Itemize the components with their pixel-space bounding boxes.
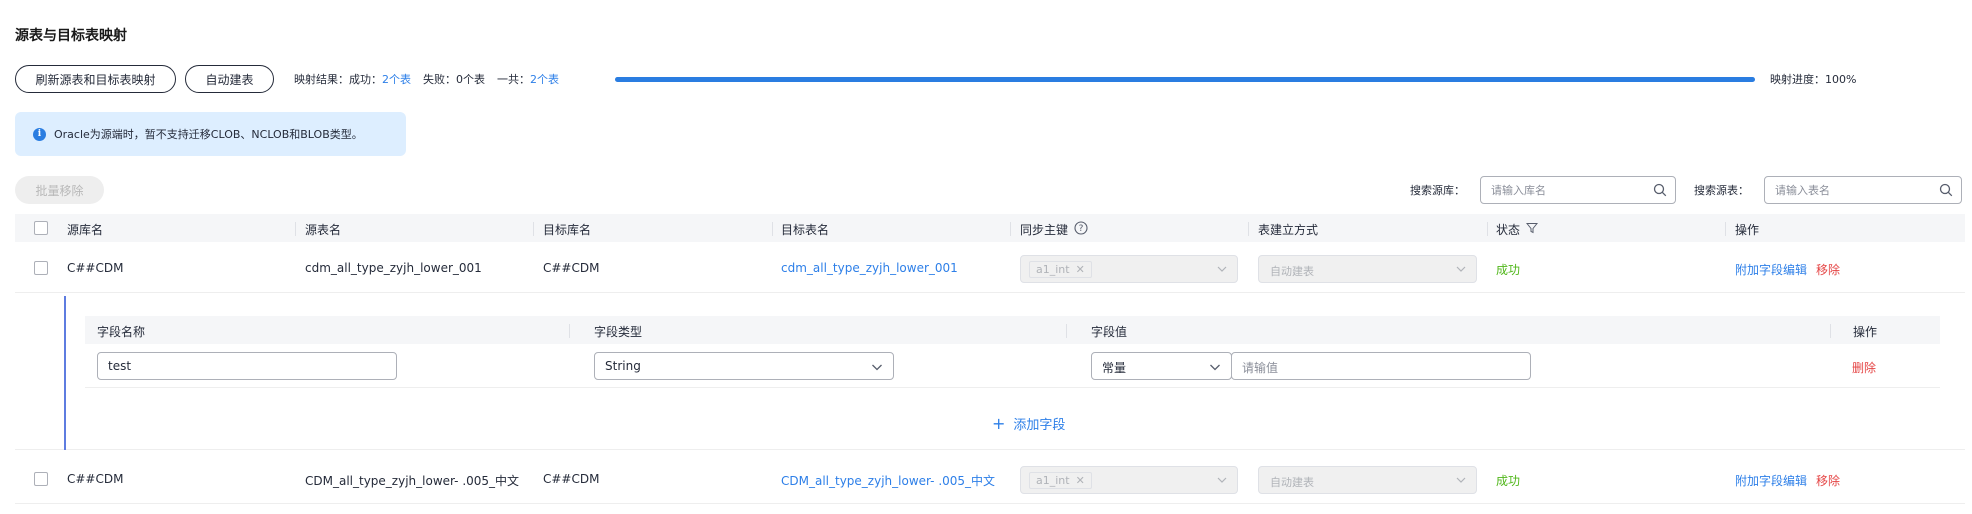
col-target-db: 目标库名 bbox=[543, 223, 592, 237]
mapping-success-value[interactable]: 2个表 bbox=[382, 71, 411, 87]
remove-link[interactable]: 移除 bbox=[1816, 472, 1840, 489]
mapping-progress-bar bbox=[615, 77, 1755, 82]
plus-icon: + bbox=[992, 413, 1006, 433]
batch-remove-button[interactable]: 批量移除 bbox=[15, 176, 104, 204]
search-table-placeholder: 请输入表名 bbox=[1775, 184, 1830, 197]
field-value-input[interactable]: 请输值 bbox=[1231, 352, 1531, 380]
section-title: 源表与目标表映射 bbox=[15, 28, 127, 44]
status-badge: 成功 bbox=[1496, 474, 1521, 488]
search-table-label: 搜索源表： bbox=[1694, 184, 1749, 197]
edit-extra-fields-link[interactable]: 附加字段编辑 bbox=[1735, 261, 1807, 278]
sync-pk-select: a1_int ✕ bbox=[1020, 255, 1238, 283]
search-db-placeholder: 请输入库名 bbox=[1491, 184, 1546, 197]
sync-pk-select: a1_int ✕ bbox=[1020, 466, 1238, 494]
create-mode-value: 自动建表 bbox=[1270, 265, 1314, 278]
col-source-table: 源表名 bbox=[305, 223, 342, 237]
col-actions: 操作 bbox=[1735, 223, 1760, 237]
select-all-checkbox[interactable] bbox=[34, 221, 48, 235]
mapping-result-prefix: 映射结果： bbox=[294, 73, 349, 86]
col-sync-pk-label: 同步主键 bbox=[1020, 223, 1069, 237]
add-field-label: 添加字段 bbox=[1013, 418, 1066, 433]
fields-table-header: 字段名称 字段类型 字段值 操作 bbox=[85, 316, 1940, 344]
mapping-progress-fill bbox=[615, 77, 1755, 82]
chevron-down-icon bbox=[872, 364, 882, 371]
refresh-mapping-button[interactable]: 刷新源表和目标表映射 bbox=[15, 65, 176, 93]
expand-indicator bbox=[64, 296, 66, 450]
add-field-button[interactable]: + 添加字段 bbox=[992, 414, 1065, 433]
field-type-select[interactable]: String bbox=[594, 352, 894, 380]
info-icon: i bbox=[33, 127, 46, 141]
field-row: test String 常量 请输值 删除 bbox=[85, 344, 1940, 388]
close-icon: ✕ bbox=[1075, 263, 1085, 276]
status-badge: 成功 bbox=[1496, 263, 1521, 277]
row-checkbox[interactable] bbox=[34, 261, 48, 275]
help-icon[interactable]: ? bbox=[1074, 221, 1088, 238]
col-field-type: 字段类型 bbox=[594, 325, 643, 339]
field-name-input[interactable]: test bbox=[97, 352, 397, 380]
target-db-cell: C##CDM bbox=[543, 472, 600, 486]
source-db-cell: C##CDM bbox=[67, 472, 124, 486]
target-db-cell: C##CDM bbox=[543, 261, 600, 275]
create-mode-select: 自动建表 bbox=[1258, 466, 1477, 494]
oracle-notice: i Oracle为源端时，暂不支持迁移CLOB、NCLOB和BLOB类型。 bbox=[15, 112, 406, 156]
filter-icon[interactable] bbox=[1525, 222, 1539, 237]
col-create-mode: 表建立方式 bbox=[1258, 223, 1319, 237]
field-value-mode-select[interactable]: 常量 bbox=[1091, 352, 1232, 380]
delete-field-link[interactable]: 删除 bbox=[1852, 359, 1876, 376]
col-sync-pk: 同步主键 ? bbox=[1020, 221, 1088, 238]
field-type-value: String bbox=[605, 359, 641, 373]
field-value-mode: 常量 bbox=[1102, 361, 1127, 375]
create-mode-value: 自动建表 bbox=[1270, 476, 1314, 489]
mapping-total-value[interactable]: 2个表 bbox=[530, 71, 559, 87]
sync-pk-tag-label: a1_int bbox=[1036, 474, 1070, 487]
source-db-cell: C##CDM bbox=[67, 261, 124, 275]
mapping-success-label: 成功： bbox=[349, 73, 382, 86]
mapping-fail-value: 0个表 bbox=[456, 73, 485, 86]
row-checkbox[interactable] bbox=[34, 472, 48, 486]
col-status: 状态 bbox=[1496, 221, 1539, 238]
search-icon[interactable] bbox=[1939, 183, 1953, 197]
mapping-progress-label: 映射进度：100% bbox=[1770, 73, 1857, 86]
edit-extra-fields-link[interactable]: 附加字段编辑 bbox=[1735, 472, 1807, 489]
source-table-cell: cdm_all_type_zyjh_lower_001 bbox=[305, 261, 482, 275]
col-field-name: 字段名称 bbox=[97, 325, 146, 339]
search-db-label: 搜索源库： bbox=[1410, 184, 1465, 197]
mapping-fail-label: 失败： bbox=[423, 73, 456, 86]
col-field-value: 字段值 bbox=[1091, 325, 1128, 339]
chevron-down-icon bbox=[1456, 477, 1466, 483]
extra-fields-panel: 字段名称 字段类型 字段值 操作 test String 常量 请输值 删除 +… bbox=[15, 296, 1965, 450]
sync-pk-tag-label: a1_int bbox=[1036, 263, 1070, 276]
col-target-table: 目标表名 bbox=[781, 223, 830, 237]
search-icon[interactable] bbox=[1653, 183, 1667, 197]
table-row: C##CDM CDM_all_type_zyjh_lower- .005_中文 … bbox=[15, 454, 1965, 504]
target-table-link[interactable]: CDM_all_type_zyjh_lower- .005_中文 bbox=[781, 472, 995, 489]
chevron-down-icon bbox=[1217, 266, 1227, 272]
notice-text: Oracle为源端时，暂不支持迁移CLOB、NCLOB和BLOB类型。 bbox=[54, 128, 363, 141]
col-source-db: 源库名 bbox=[67, 223, 104, 237]
sync-pk-tag: a1_int ✕ bbox=[1029, 472, 1092, 489]
svg-text:?: ? bbox=[1079, 224, 1084, 234]
chevron-down-icon bbox=[1210, 364, 1220, 371]
sync-pk-tag: a1_int ✕ bbox=[1029, 261, 1092, 278]
col-status-label: 状态 bbox=[1496, 223, 1521, 237]
remove-link[interactable]: 移除 bbox=[1816, 261, 1840, 278]
chevron-down-icon bbox=[1217, 477, 1227, 483]
col-field-actions: 操作 bbox=[1853, 325, 1878, 339]
auto-create-table-button[interactable]: 自动建表 bbox=[185, 65, 274, 93]
search-table-input[interactable]: 请输入表名 bbox=[1764, 176, 1962, 204]
search-db-input[interactable]: 请输入库名 bbox=[1480, 176, 1676, 204]
close-icon: ✕ bbox=[1075, 474, 1085, 487]
mapping-table-header: 源库名 源表名 目标库名 目标表名 同步主键 ? 表建立方式 状态 操作 bbox=[15, 214, 1965, 242]
target-table-link[interactable]: cdm_all_type_zyjh_lower_001 bbox=[781, 261, 958, 275]
source-table-cell: CDM_all_type_zyjh_lower- .005_中文 bbox=[305, 474, 520, 488]
mapping-total-label: 一共： bbox=[497, 73, 530, 86]
chevron-down-icon bbox=[1456, 266, 1466, 272]
mapping-result: 映射结果： 成功： 2个表 失败： 0个表 一共： 2个表 bbox=[294, 71, 559, 87]
table-row: C##CDM cdm_all_type_zyjh_lower_001 C##CD… bbox=[15, 243, 1965, 293]
create-mode-select: 自动建表 bbox=[1258, 255, 1477, 283]
